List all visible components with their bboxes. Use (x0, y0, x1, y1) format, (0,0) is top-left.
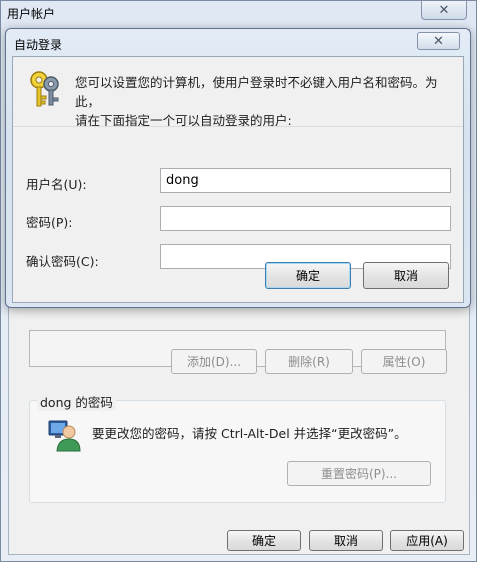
dialog-ok-button[interactable]: 确定 (265, 262, 351, 289)
add-user-button[interactable]: 添加(D)... (171, 349, 257, 374)
window-title: 用户帐户 (7, 7, 56, 21)
close-button[interactable]: ✕ (421, 1, 467, 20)
confirm-password-label: 确认密码(C): (26, 254, 99, 269)
ok-button[interactable]: 确定 (227, 530, 301, 551)
password-instructions: 要更改您的密码，请按 Ctrl-Alt-Del 并选择“更改密码”。 (92, 426, 407, 441)
dialog-cancel-button[interactable]: 取消 (363, 262, 449, 289)
password-label: 密码(P): (26, 215, 73, 230)
dialog-intro-text: 您可以设置您的计算机，使用户登录时不必键入用户名和密码。为此， 请在下面指定一个… (75, 73, 455, 130)
reset-password-button[interactable]: 重置密码(P)... (287, 461, 431, 486)
keys-icon (30, 71, 59, 107)
cancel-button[interactable]: 取消 (309, 530, 383, 551)
username-field[interactable] (160, 168, 451, 193)
properties-button[interactable]: 属性(O) (361, 349, 447, 374)
dialog-title: 自动登录 (14, 38, 63, 52)
apply-button[interactable]: 应用(A) (390, 530, 464, 551)
username-label: 用户名(U): (26, 177, 87, 192)
password-field[interactable] (160, 206, 451, 231)
auto-logon-dialog: 自动登录 ✕ 您可以设置您的计算机，使用户登录时不必键入用户名和密码。为此， 请… (5, 28, 471, 308)
separator (13, 126, 463, 127)
close-icon: ✕ (433, 33, 444, 49)
remove-user-button[interactable]: 删除(R) (265, 349, 353, 374)
dialog-close-button[interactable]: ✕ (417, 32, 460, 50)
password-group-title: dong 的密码 (37, 392, 116, 411)
user-computer-icon (48, 420, 81, 452)
password-group (29, 400, 446, 503)
intro-line-1: 您可以设置您的计算机，使用户登录时不必键入用户名和密码。为此， (75, 75, 438, 109)
close-icon: ✕ (438, 2, 450, 18)
intro-line-2: 请在下面指定一个可以自动登录的用户: (75, 113, 292, 128)
